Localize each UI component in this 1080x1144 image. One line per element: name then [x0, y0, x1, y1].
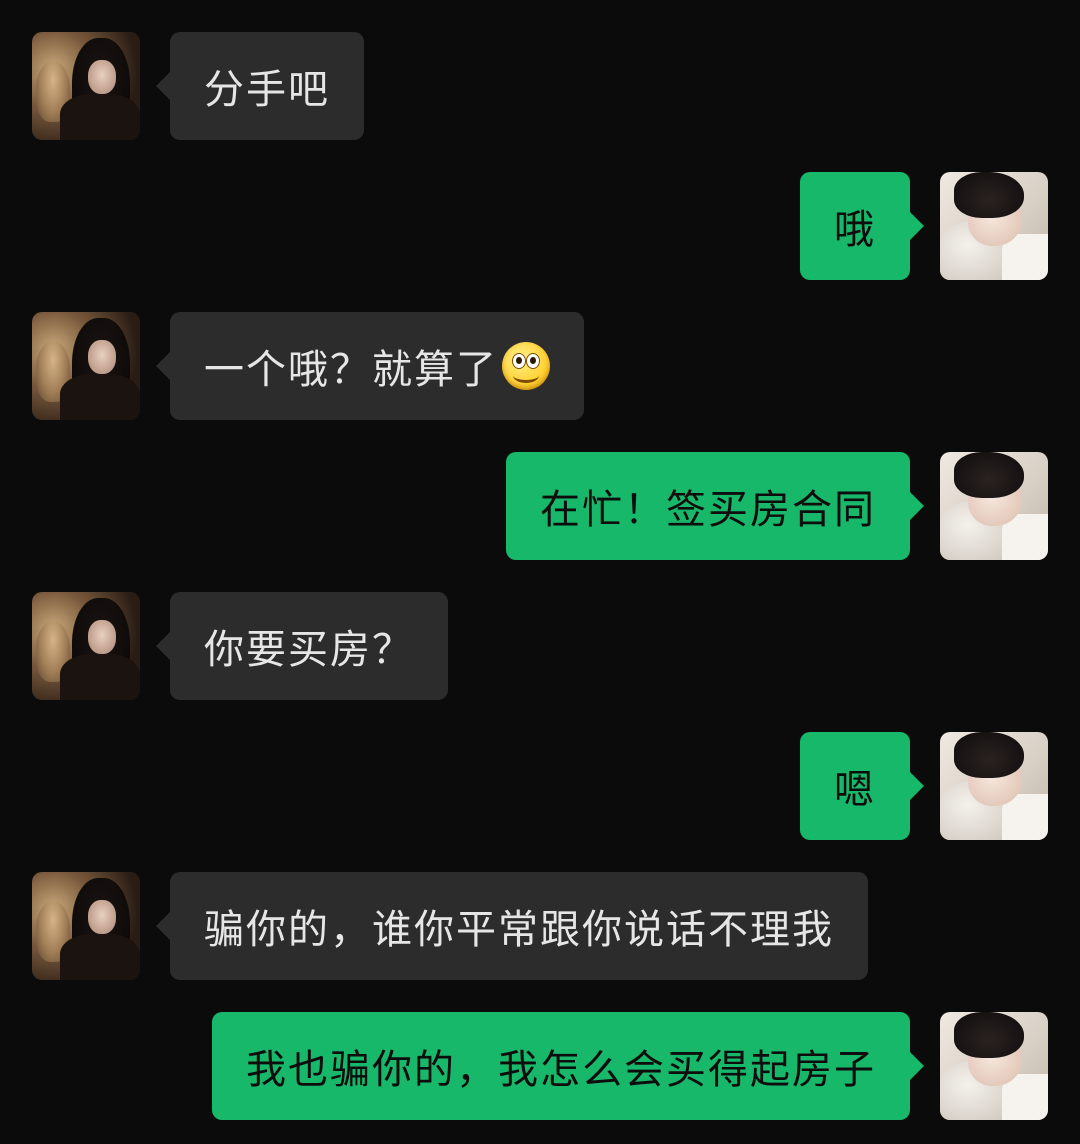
incoming-message-bubble[interactable]: 分手吧 — [156, 32, 364, 140]
message-row: 你要买房？ — [0, 592, 1080, 700]
outgoing-message-bubble[interactable]: 我也骗你的，我怎么会买得起房子 — [212, 1012, 924, 1120]
message-text: 哦 — [834, 207, 876, 253]
incoming-message-bubble[interactable]: 你要买房？ — [156, 592, 448, 700]
boy-avatar[interactable] — [940, 452, 1048, 560]
message-text: 在忙！签买房合同 — [540, 487, 876, 533]
girl-avatar[interactable] — [32, 592, 140, 700]
message-text: 分手吧 — [204, 67, 330, 113]
message-text: 骗你的，谁你平常跟你说话不理我 — [204, 907, 834, 953]
message-text: 嗯 — [834, 767, 876, 813]
outgoing-message-bubble[interactable]: 嗯 — [800, 732, 924, 840]
incoming-message-bubble[interactable]: 骗你的，谁你平常跟你说话不理我 — [156, 872, 868, 980]
girl-avatar[interactable] — [32, 312, 140, 420]
boy-avatar[interactable] — [940, 732, 1048, 840]
girl-avatar[interactable] — [32, 872, 140, 980]
message-text: 一个哦？就算了 — [204, 347, 498, 393]
chat-conversation: 分手吧 哦 一个哦？就算了 在忙！签买房合同 你要买房？ 嗯 骗你的，谁你平常跟… — [0, 0, 1080, 1144]
boy-avatar[interactable] — [940, 172, 1048, 280]
smile-emoji-icon — [502, 342, 550, 390]
incoming-message-bubble[interactable]: 一个哦？就算了 — [156, 312, 584, 420]
outgoing-message-bubble[interactable]: 在忙！签买房合同 — [506, 452, 924, 560]
girl-avatar[interactable] — [32, 32, 140, 140]
message-row: 哦 — [0, 172, 1080, 280]
boy-avatar[interactable] — [940, 1012, 1048, 1120]
message-row: 一个哦？就算了 — [0, 312, 1080, 420]
message-row: 在忙！签买房合同 — [0, 452, 1080, 560]
message-row: 嗯 — [0, 732, 1080, 840]
message-text: 你要买房？ — [204, 627, 414, 673]
message-row: 骗你的，谁你平常跟你说话不理我 — [0, 872, 1080, 980]
message-text: 我也骗你的，我怎么会买得起房子 — [246, 1047, 876, 1093]
outgoing-message-bubble[interactable]: 哦 — [800, 172, 924, 280]
message-row: 分手吧 — [0, 32, 1080, 140]
message-row: 我也骗你的，我怎么会买得起房子 — [0, 1012, 1080, 1120]
